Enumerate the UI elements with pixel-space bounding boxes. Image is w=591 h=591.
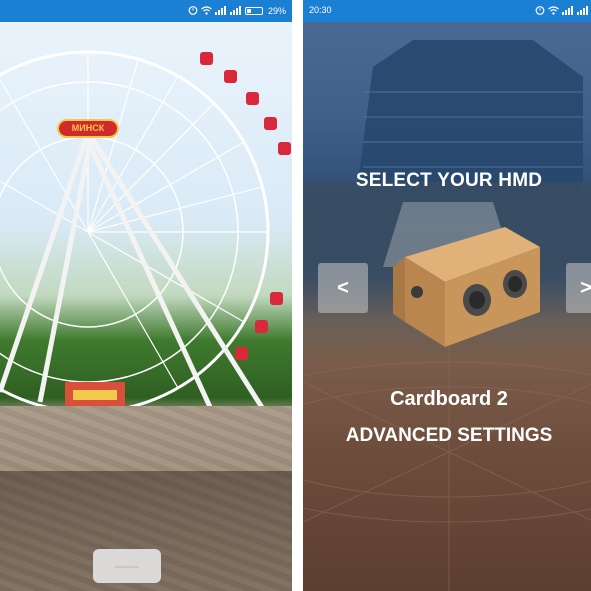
plaza-floor [303,322,591,591]
status-time: 20:30 [309,5,332,15]
selected-hmd-name: Cardboard 2 [390,388,508,410]
select-hmd-title: SELECT YOUR HMD [355,170,543,191]
wifi-icon [548,5,559,17]
signal-icon [562,5,574,17]
ferris-wheel-image [0,50,291,427]
panorama-view[interactable]: МИНСК [0,22,292,591]
alarm-icon [188,5,198,17]
battery-icon [244,7,263,15]
right-phone-screen: 20:30 SELECT YOUR HMD < > Cardboard 2 AD… [303,0,591,591]
signal-icon [229,5,242,17]
battery-percentage: 29% [267,6,286,16]
advanced-settings-button[interactable]: ADVANCED SETTINGS [303,425,591,447]
status-bar: 20:30 [303,0,591,22]
previous-hmd-button[interactable]: < [318,263,368,313]
next-hmd-button[interactable]: > [566,263,591,313]
home-button[interactable] [93,549,161,583]
signal-icon [214,5,227,17]
signal-icon [577,5,589,17]
alarm-icon [535,5,545,17]
wifi-icon [201,5,212,17]
cardboard-viewer-icon [393,227,540,347]
left-phone-screen: МИНСК 29% [0,0,292,591]
status-bar: 29% [0,0,292,22]
ferris-wheel-sign: МИНСК [57,119,119,138]
